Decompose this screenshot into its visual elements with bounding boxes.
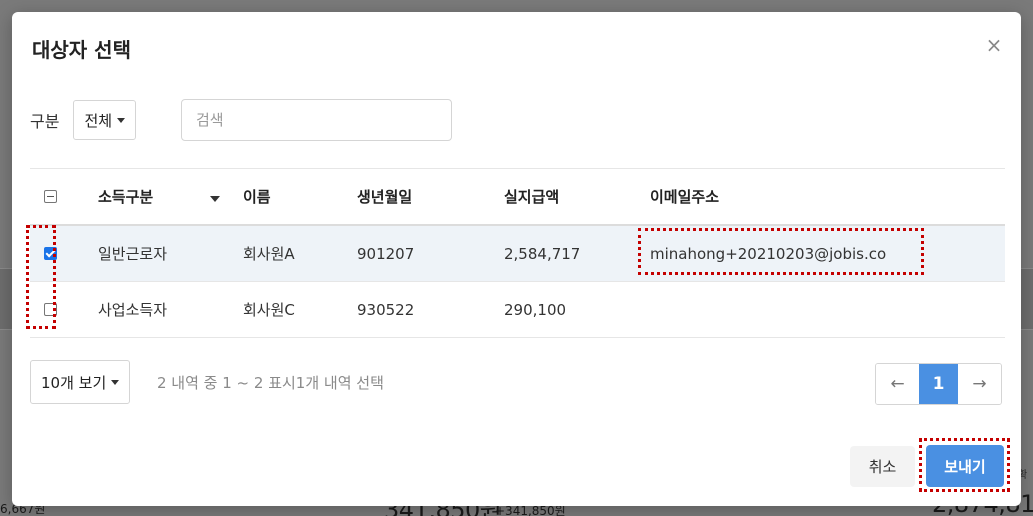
pagination: ← 1 → [875,363,1002,405]
column-header-income-type[interactable]: 소득구분 [98,186,153,207]
close-icon[interactable]: × [985,35,1003,55]
caret-down-icon [111,379,120,385]
table-row[interactable]: 사업소득자 회사원C 930522 290,100 [30,282,1005,338]
page-size-select[interactable]: 10개 보기 [30,360,131,404]
recipient-select-modal: 대상자 선택 × 구분 전체 소득구분 이름 생년월일 실지급액 이메일주소 일… [12,12,1021,506]
caret-down-icon [117,117,126,123]
select-all-checkbox[interactable] [44,190,57,203]
birthdate-cell: 930522 [357,300,415,319]
page-button-current[interactable]: 1 [919,364,958,404]
row-checkbox[interactable] [44,247,57,260]
background-row-left [0,268,12,330]
sort-caret-down-icon[interactable] [210,196,220,202]
email-cell: minahong+20210203@jobis.co [650,244,887,263]
send-button[interactable]: 보내기 [926,445,1004,487]
filter-row: 구분 전체 [30,99,137,141]
selection-summary: 2 내역 중 1 ~ 2 표시1개 내역 선택 [157,374,384,392]
column-header-birthdate: 생년월일 [357,188,413,206]
income-type-cell: 사업소득자 [98,301,168,319]
table-header: 소득구분 이름 생년월일 실지급액 이메일주소 [30,169,1005,226]
prev-page-button[interactable]: ← [876,364,919,404]
row-checkbox-cell [44,303,57,316]
column-header-amount: 실지급액 [504,188,560,206]
category-select[interactable]: 전체 [73,100,137,140]
name-cell: 회사원C [243,301,295,319]
column-header-email: 이메일주소 [650,188,720,206]
amount-cell: 290,100 [504,300,567,319]
row-checkbox[interactable] [44,303,57,316]
next-page-button[interactable]: → [958,364,1001,404]
recipient-table: 소득구분 이름 생년월일 실지급액 이메일주소 일반근로자 회사원A 90120… [30,169,1005,338]
modal-title: 대상자 선택 [32,38,131,62]
row-checkbox-cell [44,247,57,260]
amount-cell: 2,584,717 [504,244,581,263]
filter-label: 구분 [30,112,60,131]
table-row[interactable]: 일반근로자 회사원A 901207 2,584,717 minahong+202… [30,226,1005,282]
income-type-cell: 일반근로자 [98,245,168,263]
page-size-value: 10개 보기 [41,373,107,392]
birthdate-cell: 901207 [357,244,415,263]
cancel-button[interactable]: 취소 [850,446,915,487]
column-header-name: 이름 [243,188,271,206]
name-cell: 회사원A [243,245,295,263]
category-select-value: 전체 [84,111,113,130]
search-input[interactable] [181,99,452,141]
select-all-checkbox-cell [44,190,57,203]
